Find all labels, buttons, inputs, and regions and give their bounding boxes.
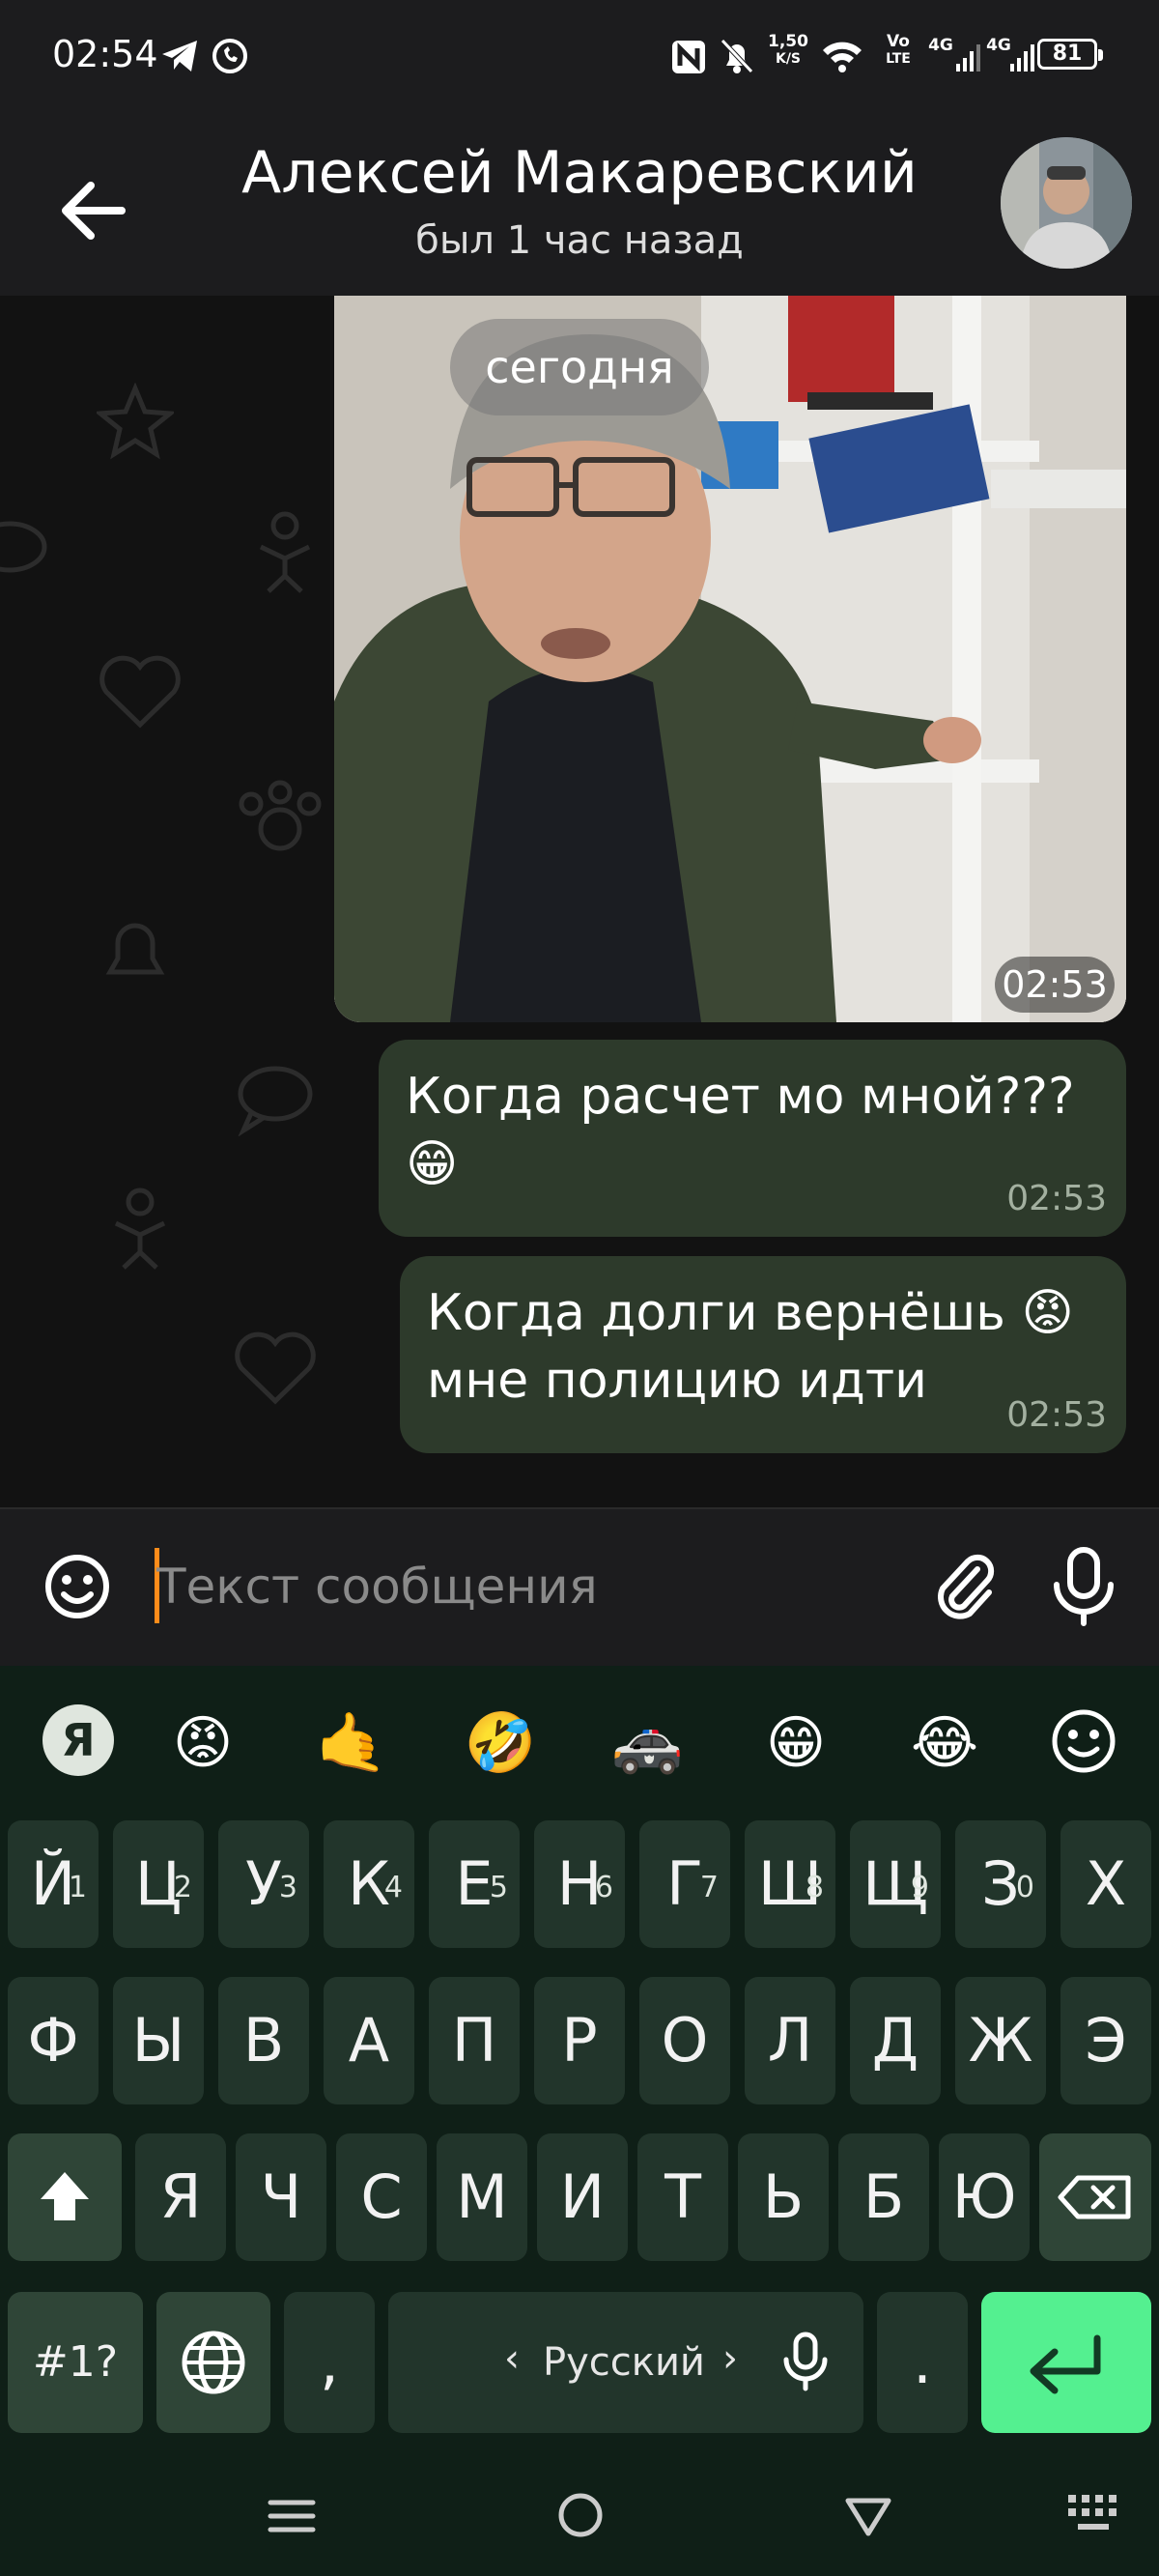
enter-arrow-icon	[1030, 2334, 1101, 2394]
chat-doodle-icon	[0, 521, 47, 573]
key-ж[interactable]: Ж	[955, 1977, 1046, 2104]
outgoing-message-bubble[interactable]: Когда долги вернёшь 😡 мне полицию идти 0…	[400, 1256, 1126, 1453]
key-э[interactable]: Э	[1060, 1977, 1151, 2104]
network-type-1: 4G	[928, 36, 953, 55]
key-с[interactable]: С	[336, 2133, 427, 2261]
period-key[interactable]: .	[877, 2292, 968, 2433]
nfc-icon	[672, 41, 705, 73]
message-time: 02:53	[1006, 1179, 1107, 1218]
person-doodle-icon	[259, 511, 311, 593]
signal-icon-1	[956, 44, 980, 72]
key-ь[interactable]: Ь	[738, 2133, 829, 2261]
key-и[interactable]: И	[537, 2133, 628, 2261]
keyboard-switch-icon[interactable]	[1066, 2493, 1124, 2535]
key-в[interactable]: В	[218, 1977, 309, 2104]
key-н[interactable]: Н6	[534, 1820, 625, 1948]
chevron-right-icon: ›	[722, 2336, 738, 2381]
space-language-label: Русский	[543, 2340, 705, 2385]
key-л[interactable]: Л	[745, 1977, 835, 2104]
key-ю[interactable]: Ю	[939, 2133, 1030, 2261]
key-ш[interactable]: Ш8	[745, 1820, 835, 1948]
key-я[interactable]: Я	[135, 2133, 226, 2261]
message-text-line: Когда расчет мо мной???	[406, 1068, 1075, 1126]
key-щ[interactable]: Щ9	[850, 1820, 941, 1948]
video-message-time: 02:53	[995, 957, 1115, 1013]
key-о[interactable]: О	[639, 1977, 730, 2104]
key-к[interactable]: К4	[324, 1820, 414, 1948]
key-д[interactable]: Д	[850, 1977, 941, 2104]
globe-icon	[182, 2331, 245, 2394]
volte-badge: Vo LTE	[886, 32, 911, 67]
emoji-panel-icon[interactable]	[1049, 1706, 1118, 1776]
home-icon[interactable]	[552, 2487, 608, 2543]
emoji-suggestion[interactable]: 🤙	[313, 1704, 390, 1782]
microphone-icon[interactable]	[1045, 1546, 1122, 1627]
chat-doodle-icon	[238, 1066, 313, 1136]
chevron-left-icon: ‹	[504, 2336, 520, 2381]
yandex-logo-button[interactable]: Я	[42, 1704, 114, 1776]
heart-doodle-icon	[99, 655, 181, 729]
key-й[interactable]: Й1	[8, 1820, 99, 1948]
key-м[interactable]: М	[437, 2133, 527, 2261]
status-time: 02:54	[52, 33, 158, 75]
language-key[interactable]	[156, 2292, 270, 2433]
key-ф[interactable]: Ф	[8, 1977, 99, 2104]
contact-name[interactable]: Алексей Макаревский	[0, 139, 1159, 207]
shift-key[interactable]	[8, 2133, 122, 2261]
star-doodle-icon	[97, 383, 174, 460]
mute-bell-icon	[721, 39, 753, 73]
heart-doodle-icon	[235, 1331, 316, 1405]
key-х[interactable]: Х	[1060, 1820, 1151, 1948]
voice-input-icon[interactable]	[778, 2331, 833, 2392]
key-п[interactable]: П	[429, 1977, 520, 2104]
emoji-suggestion[interactable]: 😂	[906, 1704, 983, 1782]
video-message-thumbnail[interactable]	[334, 296, 1126, 1022]
key-з[interactable]: З0	[955, 1820, 1046, 1948]
wifi-icon	[823, 42, 862, 72]
emoji-suggestion[interactable]: 😡	[164, 1704, 241, 1782]
paperclip-icon[interactable]	[927, 1548, 1004, 1625]
space-key[interactable]: ‹ Русский ›	[388, 2292, 863, 2433]
message-input[interactable]	[156, 1546, 890, 1627]
emoji-suggestion[interactable]: 🚓	[608, 1704, 686, 1782]
enter-key[interactable]	[981, 2292, 1151, 2433]
backspace-key[interactable]	[1039, 2133, 1151, 2261]
key-г[interactable]: Г7	[639, 1820, 730, 1948]
key-а[interactable]: А	[324, 1977, 414, 2104]
key-ч[interactable]: Ч	[236, 2133, 326, 2261]
menu-icon[interactable]	[265, 2489, 319, 2543]
key-б[interactable]: Б	[838, 2133, 929, 2261]
outgoing-message-bubble[interactable]: Когда расчет мо мной??? 😁 02:53	[379, 1040, 1126, 1237]
date-separator: сегодня	[450, 319, 709, 415]
paw-doodle-icon	[239, 780, 322, 851]
backspace-icon	[1058, 2175, 1131, 2219]
shift-arrow-icon	[41, 2172, 89, 2220]
emoji-suggestion[interactable]: 😁	[757, 1704, 834, 1782]
contact-avatar[interactable]	[1001, 137, 1132, 269]
battery-indicator: 81	[1037, 39, 1103, 70]
key-у[interactable]: У3	[218, 1820, 309, 1948]
message-text-line: Когда долги вернёшь 😡	[427, 1284, 1074, 1342]
telegram-icon	[162, 41, 197, 72]
key-е[interactable]: Е5	[429, 1820, 520, 1948]
smiley-icon[interactable]	[42, 1552, 112, 1621]
key-ы[interactable]: Ы	[113, 1977, 204, 2104]
emoji-suggestion[interactable]: 🤣	[462, 1704, 539, 1782]
message-emoji: 😁	[406, 1135, 459, 1193]
message-text-line: мне полицию идти	[427, 1352, 927, 1410]
net-speed: 1,50 K/S	[768, 32, 808, 67]
bell-doodle-icon	[105, 923, 165, 975]
key-р[interactable]: Р	[534, 1977, 625, 2104]
contact-last-seen: был 1 час назад	[415, 218, 744, 263]
key-ц[interactable]: Ц2	[113, 1820, 204, 1948]
whatsapp-icon	[212, 39, 247, 73]
symbols-key[interactable]: #1?	[8, 2292, 143, 2433]
signal-icon-2	[1010, 44, 1034, 72]
comma-key[interactable]: ,	[284, 2292, 375, 2433]
key-т[interactable]: Т	[637, 2133, 728, 2261]
back-triangle-icon[interactable]	[840, 2487, 896, 2543]
message-time: 02:53	[1006, 1395, 1107, 1435]
person-doodle-icon	[114, 1188, 166, 1270]
